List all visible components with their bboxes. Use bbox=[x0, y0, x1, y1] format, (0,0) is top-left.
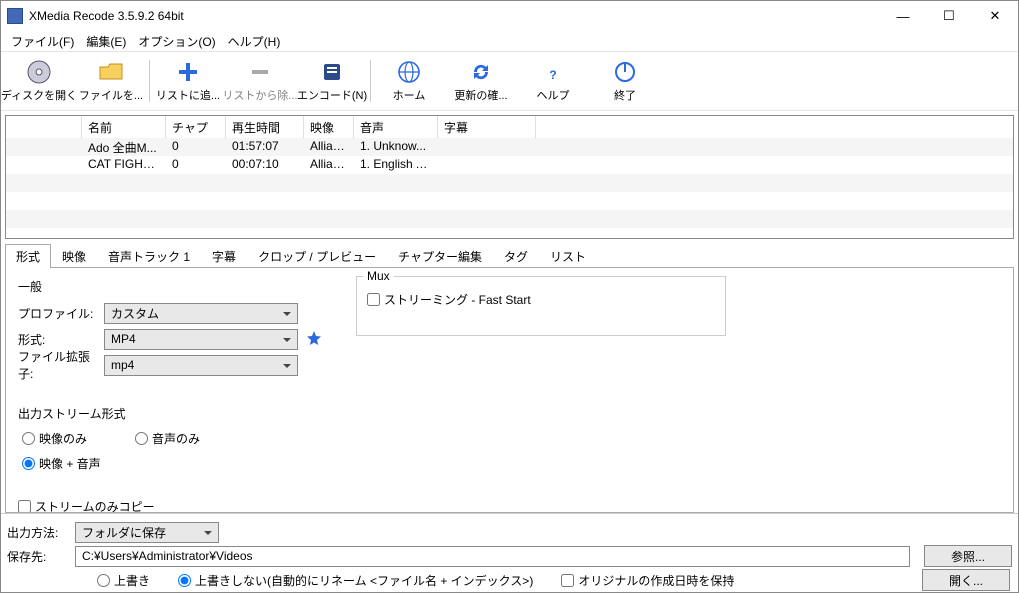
close-button[interactable]: ✕ bbox=[972, 1, 1018, 31]
open-disc-button[interactable]: ディスクを開く bbox=[3, 56, 75, 106]
file-row[interactable] bbox=[6, 192, 1013, 210]
add-to-list-button[interactable]: リストに追... bbox=[152, 56, 224, 106]
tab-audio[interactable]: 音声トラック 1 bbox=[97, 244, 201, 268]
col-subtitle[interactable]: 字幕 bbox=[438, 116, 536, 138]
output-method-label: 出力方法: bbox=[7, 524, 67, 541]
audio-only-radio[interactable]: 音声のみ bbox=[135, 430, 200, 447]
encode-button[interactable]: エンコード(N) bbox=[296, 56, 368, 106]
stream-copy-checkbox[interactable]: ストリームのみコピー bbox=[18, 498, 1001, 512]
tab-chapter[interactable]: チャプター編集 bbox=[387, 244, 493, 268]
encode-icon bbox=[319, 59, 345, 85]
tab-tag[interactable]: タグ bbox=[493, 244, 539, 268]
fast-start-checkbox[interactable]: ストリーミング - Fast Start bbox=[357, 277, 725, 322]
ext-label: ファイル拡張子: bbox=[18, 348, 104, 382]
open-button[interactable]: 開く... bbox=[922, 569, 1010, 591]
svg-text:?: ? bbox=[549, 68, 556, 82]
minus-icon bbox=[247, 59, 273, 85]
file-row[interactable]: Ado 全曲M...001:57:07Allian...1. Unknow... bbox=[6, 138, 1013, 156]
format-pane-scroll[interactable]: 一般 プロファイル:カスタム 形式:MP4 ファイル拡張子:mp4 Mux スト… bbox=[6, 268, 1013, 512]
no-overwrite-radio[interactable]: 上書きしない(自動的にリネーム <ファイル名 + インデックス>) bbox=[178, 572, 533, 589]
destination-label: 保存先: bbox=[7, 548, 67, 565]
tab-list[interactable]: リスト bbox=[539, 244, 597, 268]
file-row[interactable]: CAT FIGHT ...000:07:10Allian...1. Englis… bbox=[6, 156, 1013, 174]
minimize-button[interactable]: — bbox=[880, 1, 926, 31]
plus-icon bbox=[175, 59, 201, 85]
favorite-icon[interactable] bbox=[304, 329, 324, 349]
file-row[interactable] bbox=[6, 174, 1013, 192]
menu-help[interactable]: ヘルプ(H) bbox=[222, 31, 287, 51]
col-chapter[interactable]: チャプター bbox=[166, 116, 226, 138]
overwrite-radio[interactable]: 上書き bbox=[97, 572, 150, 589]
mux-group: Mux ストリーミング - Fast Start bbox=[356, 276, 726, 336]
help-icon: ? bbox=[540, 59, 566, 85]
tab-format[interactable]: 形式 bbox=[5, 244, 51, 268]
both-radio[interactable]: 映像 + 音声 bbox=[22, 455, 101, 472]
col-video[interactable]: 映像 bbox=[304, 116, 354, 138]
col-audio[interactable]: 音声 bbox=[354, 116, 438, 138]
window-title: XMedia Recode 3.5.9.2 64bit bbox=[29, 9, 880, 23]
help-button[interactable]: ?ヘルプ bbox=[517, 56, 589, 106]
format-label: 形式: bbox=[18, 331, 104, 348]
format-select[interactable]: MP4 bbox=[104, 329, 298, 350]
power-icon bbox=[612, 59, 638, 85]
tab-video[interactable]: 映像 bbox=[51, 244, 97, 268]
outstream-group: 出力ストリーム形式 bbox=[18, 405, 1001, 422]
menu-edit[interactable]: 編集(E) bbox=[80, 31, 132, 51]
remove-from-list-button: リストから除... bbox=[224, 56, 296, 106]
file-row[interactable] bbox=[6, 210, 1013, 228]
app-icon bbox=[7, 8, 23, 24]
output-method-select[interactable]: フォルダに保存 bbox=[75, 522, 219, 543]
disc-icon bbox=[26, 59, 52, 85]
exit-button[interactable]: 終了 bbox=[589, 56, 661, 106]
file-list[interactable]: 名前 チャプター 再生時間 映像 音声 字幕 Ado 全曲M...001:57:… bbox=[5, 115, 1014, 239]
globe-icon bbox=[396, 59, 422, 85]
browse-button[interactable]: 参照... bbox=[924, 545, 1012, 567]
tab-subs[interactable]: 字幕 bbox=[201, 244, 247, 268]
col-duration[interactable]: 再生時間 bbox=[226, 116, 304, 138]
video-only-radio[interactable]: 映像のみ bbox=[22, 430, 87, 447]
col-name[interactable]: 名前 bbox=[82, 116, 166, 138]
folder-icon bbox=[98, 59, 124, 85]
tab-crop[interactable]: クロップ / プレビュー bbox=[247, 244, 387, 268]
ext-select[interactable]: mp4 bbox=[104, 355, 298, 376]
open-file-button[interactable]: ファイルを... bbox=[75, 56, 147, 106]
profile-select[interactable]: カスタム bbox=[104, 303, 298, 324]
profile-label: プロファイル: bbox=[18, 305, 104, 322]
maximize-button[interactable]: ☐ bbox=[926, 1, 972, 31]
refresh-icon bbox=[468, 59, 494, 85]
keep-date-checkbox[interactable]: オリジナルの作成日時を保持 bbox=[561, 572, 734, 589]
menu-file[interactable]: ファイル(F) bbox=[5, 31, 80, 51]
menu-options[interactable]: オプション(O) bbox=[132, 31, 221, 51]
check-update-button[interactable]: 更新の確... bbox=[445, 56, 517, 106]
destination-input[interactable] bbox=[75, 546, 910, 567]
home-button[interactable]: ホーム bbox=[373, 56, 445, 106]
